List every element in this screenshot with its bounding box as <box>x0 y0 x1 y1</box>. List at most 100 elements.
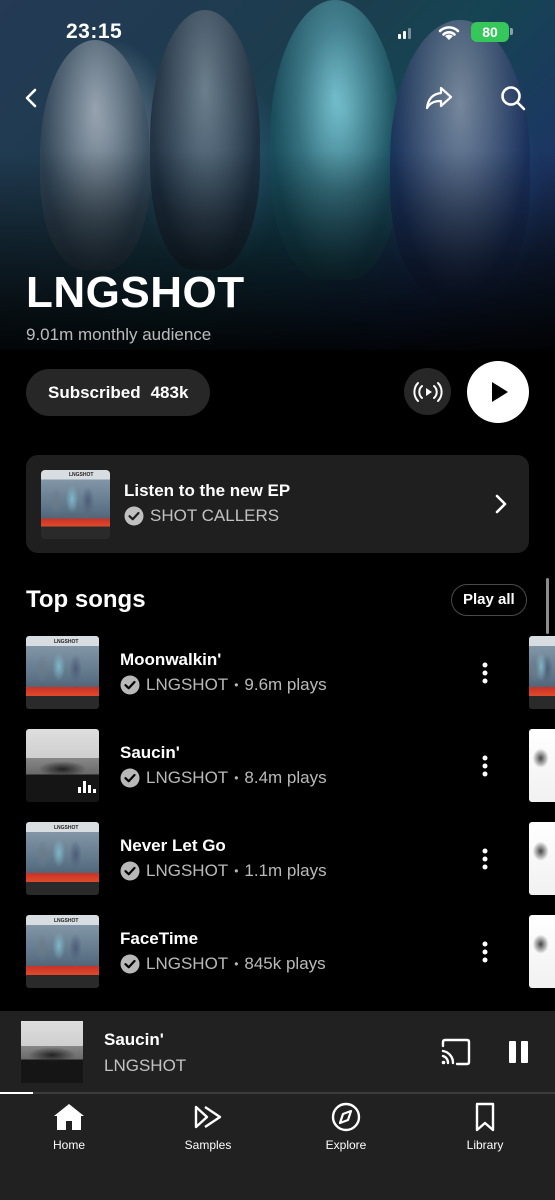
song-cover-image <box>26 729 99 802</box>
verified-check-icon <box>120 954 140 974</box>
song-row[interactable]: LNGSHOT FaceTime LNGSHOT • 845k plays <box>0 915 555 989</box>
more-vertical-icon <box>482 941 488 963</box>
now-playing-cover-image <box>21 1021 83 1083</box>
subscriber-count: 483k <box>150 382 189 402</box>
share-button[interactable] <box>421 80 457 116</box>
song-row[interactable]: LNGSHOT Moonwalkin' LNGSHOT • 9.6m plays <box>0 636 555 710</box>
now-playing-title: Saucin' <box>104 1030 164 1049</box>
song-row[interactable]: LNGSHOT Never Let Go LNGSHOT • 1.1m play… <box>0 822 555 896</box>
wifi-icon <box>438 26 460 40</box>
scroll-indicator[interactable] <box>546 578 549 634</box>
song-meta: LNGSHOT • 1.1m plays <box>120 861 327 881</box>
play-icon <box>492 382 508 402</box>
next-column-cover-peek[interactable] <box>529 915 555 988</box>
subscribe-button[interactable]: Subscribed 483k <box>26 369 211 416</box>
song-title: FaceTime <box>120 929 199 948</box>
bottom-navigation: Home Samples Explore Library <box>0 1094 555 1200</box>
song-title: Never Let Go <box>120 836 226 855</box>
next-column-cover-peek[interactable] <box>529 822 555 895</box>
song-artist: LNGSHOT <box>146 954 229 973</box>
bookmark-icon <box>475 1102 495 1132</box>
separator-dot: • <box>234 957 239 971</box>
song-title: Saucin' <box>120 743 180 762</box>
more-vertical-icon <box>482 755 488 777</box>
song-meta: LNGSHOT • 845k plays <box>120 954 326 974</box>
radio-button[interactable] <box>404 368 451 415</box>
share-icon <box>425 86 453 110</box>
song-title: Moonwalkin' <box>120 650 222 669</box>
search-icon <box>501 86 526 111</box>
more-options-button[interactable] <box>470 658 500 688</box>
artist-name: LNGSHOT <box>26 268 245 317</box>
nav-item-library[interactable]: Library <box>435 1102 535 1152</box>
battery-indicator: 80 <box>471 22 509 42</box>
pause-button[interactable] <box>506 1038 532 1066</box>
chevron-left-icon <box>25 88 37 108</box>
song-row[interactable]: Saucin' LNGSHOT • 8.4m plays <box>0 729 555 803</box>
more-options-button[interactable] <box>470 937 500 967</box>
song-plays: 8.4m plays <box>244 768 327 787</box>
top-songs-heading: Top songs <box>26 586 146 613</box>
next-column-cover-peek[interactable] <box>529 729 555 802</box>
monthly-audience: 9.01m monthly audience <box>26 325 212 344</box>
nav-item-samples[interactable]: Samples <box>158 1102 258 1152</box>
nav-label-library: Library <box>466 1138 504 1152</box>
play-button[interactable] <box>467 361 529 423</box>
song-meta: LNGSHOT • 8.4m plays <box>120 768 327 788</box>
song-cover-logo: LNGSHOT <box>54 639 79 645</box>
song-artist: LNGSHOT <box>146 675 229 694</box>
status-bar: 23:15 80 <box>0 18 555 48</box>
promo-subtitle-row: SHOT CALLERS <box>124 506 279 526</box>
separator-dot: • <box>234 678 239 692</box>
cast-icon <box>441 1038 471 1066</box>
nav-label-home: Home <box>52 1138 85 1152</box>
mini-player[interactable]: Saucin' LNGSHOT <box>0 1011 555 1093</box>
chevron-right-icon <box>495 494 507 514</box>
nav-item-home[interactable]: Home <box>19 1102 119 1152</box>
song-plays: 9.6m plays <box>244 675 327 694</box>
song-cover-logo: LNGSHOT <box>54 918 79 924</box>
promo-title: Listen to the new EP <box>124 481 291 500</box>
promo-subtitle: SHOT CALLERS <box>150 506 280 525</box>
song-meta: LNGSHOT • 9.6m plays <box>120 675 327 695</box>
separator-dot: • <box>234 864 239 878</box>
more-vertical-icon <box>482 848 488 870</box>
ep-cover-image: LNGSHOT <box>41 470 110 539</box>
nav-label-explore: Explore <box>325 1138 367 1152</box>
song-plays: 1.1m plays <box>244 861 327 880</box>
now-playing-artist: LNGSHOT <box>104 1056 187 1075</box>
status-time: 23:15 <box>66 20 123 43</box>
compass-icon <box>331 1102 361 1132</box>
new-ep-promo-card[interactable]: LNGSHOT Listen to the new EP SHOT CALLER… <box>26 455 529 553</box>
song-cover-image: LNGSHOT <box>26 915 99 988</box>
ep-cover-logo: LNGSHOT <box>69 472 94 478</box>
song-plays: 845k plays <box>244 954 326 973</box>
radio-broadcast-icon <box>412 381 443 402</box>
home-icon <box>54 1104 84 1130</box>
cast-button[interactable] <box>440 1038 472 1071</box>
more-vertical-icon <box>482 662 488 684</box>
pause-icon <box>509 1041 516 1063</box>
verified-check-icon <box>120 768 140 788</box>
play-all-button[interactable]: Play all <box>451 584 527 616</box>
now-playing-equalizer-icon <box>78 781 96 793</box>
separator-dot: • <box>234 771 239 785</box>
next-column-cover-peek[interactable] <box>529 636 555 709</box>
back-button[interactable] <box>14 80 50 116</box>
song-artist: LNGSHOT <box>146 861 229 880</box>
song-artist: LNGSHOT <box>146 768 229 787</box>
cellular-signal-icon <box>398 27 414 39</box>
nav-item-explore[interactable]: Explore <box>296 1102 396 1152</box>
verified-check-icon <box>120 675 140 695</box>
subscribe-label: Subscribed <box>48 382 141 402</box>
song-cover-image: LNGSHOT <box>26 636 99 709</box>
nav-label-samples: Samples <box>184 1138 232 1152</box>
samples-icon <box>194 1105 222 1129</box>
pause-icon <box>521 1041 528 1063</box>
search-button[interactable] <box>495 80 531 116</box>
battery-tip <box>510 28 513 35</box>
verified-check-icon <box>124 506 144 526</box>
more-options-button[interactable] <box>470 844 500 874</box>
more-options-button[interactable] <box>470 751 500 781</box>
verified-check-icon <box>120 861 140 881</box>
